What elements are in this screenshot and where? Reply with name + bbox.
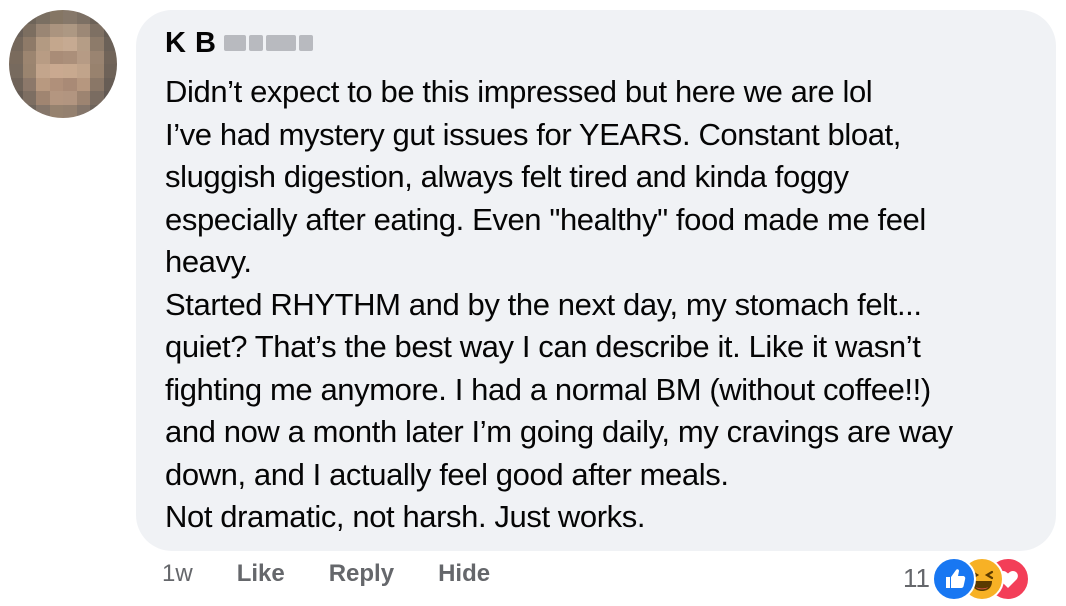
- comment-line: Started RHYTHM and by the next day, my s…: [165, 286, 922, 322]
- comment-line: down, and I actually feel good after mea…: [165, 456, 729, 492]
- comment-line: heavy.: [165, 244, 252, 279]
- author-row: K B: [165, 26, 1028, 60]
- reply-button[interactable]: Reply: [329, 560, 394, 588]
- author-name[interactable]: K B: [165, 27, 216, 60]
- comment-line: fighting me anymore. I had a normal BM (…: [165, 371, 931, 407]
- comment-line: especially after eating. Even "healthy" …: [165, 201, 926, 237]
- reaction-icons: [932, 556, 1044, 601]
- comment-line: Not dramatic, not harsh. Just works.: [165, 499, 646, 534]
- reactions-summary[interactable]: 11: [903, 556, 1044, 601]
- comment-text: Didn’t expect to be this impressed but h…: [165, 71, 1028, 539]
- comment-line: Didn’t expect to be this impressed but h…: [165, 74, 873, 109]
- comment-line: sluggish digestion, always felt tired an…: [165, 159, 849, 194]
- like-icon: [932, 557, 976, 601]
- timestamp[interactable]: 1w: [162, 560, 193, 588]
- reaction-count: 11: [903, 562, 930, 593]
- comment-line: quiet? That’s the best way I can describ…: [165, 329, 921, 364]
- like-button[interactable]: Like: [237, 560, 285, 588]
- avatar[interactable]: [9, 10, 117, 118]
- comment-bubble: K B Didn’t expect to be this impressed b…: [136, 10, 1056, 551]
- comment-actions: 1w Like Reply Hide: [162, 560, 534, 588]
- comment-line: I’ve had mystery gut issues for YEARS. C…: [165, 116, 901, 152]
- comment-line: and now a month later I’m going daily, m…: [165, 414, 953, 449]
- hide-button[interactable]: Hide: [438, 560, 490, 588]
- redacted-surname: [224, 35, 314, 51]
